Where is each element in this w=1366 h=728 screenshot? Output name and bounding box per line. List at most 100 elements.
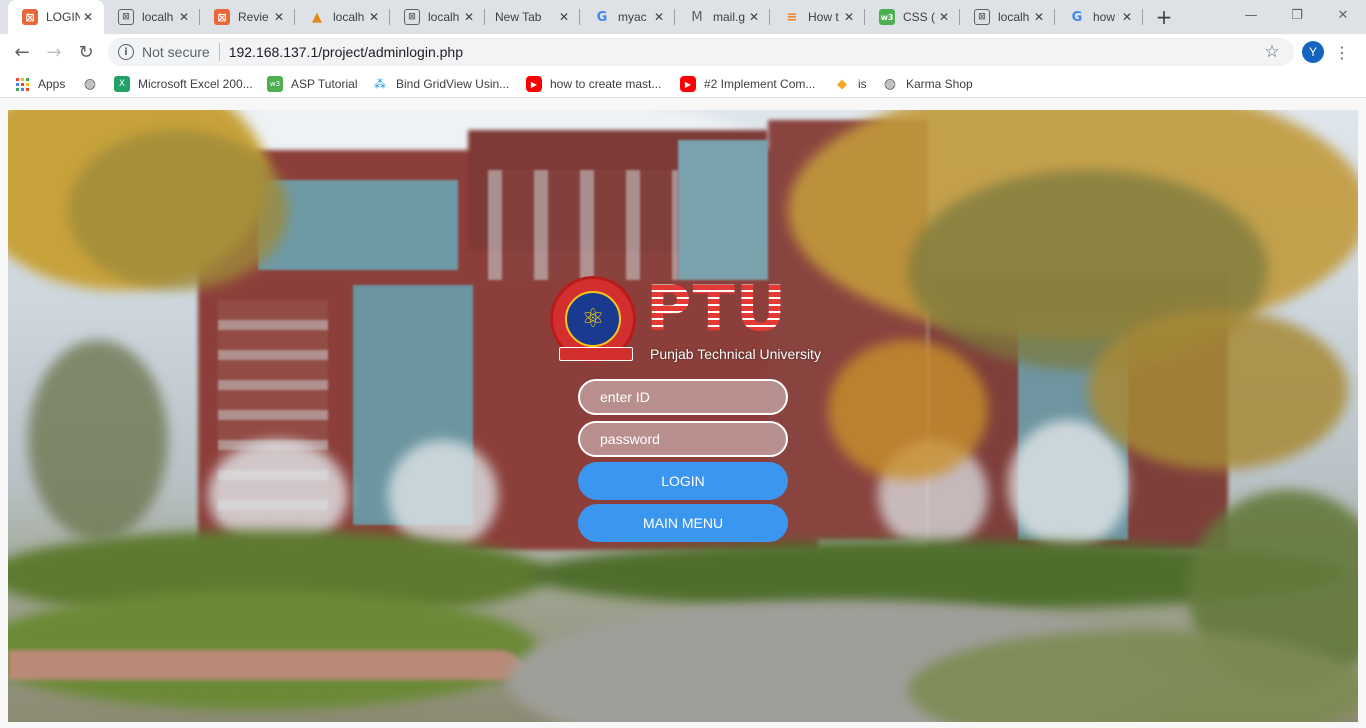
page-viewport: ⚛ PTU Punjab Technical University LOGIN …: [0, 98, 1366, 728]
bookmark-apps[interactable]: Apps: [14, 74, 65, 94]
tab-css[interactable]: w3 CSS ( ✕: [865, 0, 960, 34]
close-icon[interactable]: ✕: [651, 9, 667, 25]
bookmark-implement[interactable]: ▶ #2 Implement Com...: [680, 74, 815, 94]
bookmark-excel[interactable]: X Microsoft Excel 200...: [114, 74, 253, 94]
bookmark-label: is: [858, 77, 867, 91]
menu-icon[interactable]: ⋮: [1334, 40, 1350, 64]
bookmark-label: Bind GridView Usin...: [396, 77, 510, 91]
main-menu-button[interactable]: MAIN MENU: [578, 504, 788, 542]
tab-how-to-2[interactable]: G how t ✕: [1055, 0, 1143, 34]
tab-title: localh: [333, 10, 365, 24]
close-icon[interactable]: ✕: [1031, 9, 1047, 25]
tab-localhost-2[interactable]: ⊠ localh ✕: [390, 0, 485, 34]
tab-title: CSS (: [903, 10, 936, 24]
gmail-icon: M: [691, 9, 703, 25]
back-button[interactable]: ←: [8, 38, 36, 66]
grid-icon: ⁂: [374, 77, 386, 91]
logo-subtitle: Punjab Technical University: [650, 346, 821, 362]
tab-title: myac: [618, 10, 647, 24]
google-icon: G: [596, 9, 608, 25]
browser-toolbar: ← → ↻ i Not secure 192.168.137.1/project…: [0, 34, 1366, 70]
close-icon[interactable]: ✕: [936, 9, 952, 25]
tab-title: LOGIN: [46, 10, 80, 24]
new-tab-button[interactable]: +: [1152, 5, 1176, 29]
bookmark-asp-tutorial[interactable]: w3 ASP Tutorial: [267, 74, 357, 94]
close-icon[interactable]: ✕: [366, 9, 382, 25]
youtube-icon: ▶: [680, 76, 696, 92]
close-icon[interactable]: ✕: [80, 9, 96, 25]
bookmark-globe[interactable]: ◍: [82, 74, 106, 94]
window-close-button[interactable]: ✕: [1320, 0, 1366, 30]
google-icon: G: [1071, 9, 1083, 25]
url-text[interactable]: 192.168.137.1/project/adminlogin.php: [229, 44, 463, 60]
password-input[interactable]: [578, 421, 788, 457]
bookmark-label: how to create mast...: [550, 77, 662, 91]
tab-how-to[interactable]: ≡ How t ✕: [770, 0, 865, 34]
tab-myaccount[interactable]: G myac ✕: [580, 0, 675, 34]
close-icon[interactable]: ✕: [271, 9, 287, 25]
tab-localhost-3[interactable]: ⊠ localh ✕: [960, 0, 1055, 34]
tab-title: New Tab: [495, 10, 542, 24]
close-icon[interactable]: ✕: [746, 9, 762, 25]
tab-review[interactable]: ⊠ Revie ✕: [200, 0, 295, 34]
bookmark-label: Karma Shop: [906, 77, 973, 91]
w3schools-icon: w3: [879, 9, 895, 25]
tab-title: how t: [1093, 10, 1119, 24]
close-icon[interactable]: ✕: [556, 9, 572, 25]
minimize-button[interactable]: —: [1228, 0, 1274, 30]
bookmark-create-master[interactable]: ▶ how to create mast...: [526, 74, 661, 94]
tab-title: localh: [142, 10, 174, 24]
campus-background-image: [8, 110, 1358, 722]
close-icon[interactable]: ✕: [1119, 9, 1135, 25]
bookmarks-bar: Apps ◍ X Microsoft Excel 200... w3 ASP T…: [0, 70, 1366, 98]
tab-mail[interactable]: M mail.g ✕: [675, 0, 770, 34]
close-icon[interactable]: ✕: [841, 9, 857, 25]
ptu-logo: ⚛ PTU Punjab Technical University: [550, 272, 821, 368]
restore-button[interactable]: ❐: [1274, 0, 1320, 30]
tab-title: localh: [998, 10, 1030, 24]
bookmark-is[interactable]: ◆ is: [834, 74, 867, 94]
localhost-icon: ⊠: [118, 9, 134, 25]
tab-strip: ⊠ LOGIN ✕ ⊠ localh ✕ ⊠ Revie ✕ ▲ localh …: [0, 0, 1366, 34]
bookmark-karma-shop[interactable]: ◍ Karma Shop: [882, 74, 973, 94]
tab-new-tab[interactable]: New Tab ✕: [485, 0, 580, 34]
tab-title: localh: [428, 10, 460, 24]
tab-title: Revie: [238, 10, 269, 24]
address-bar[interactable]: i Not secure 192.168.137.1/project/admin…: [108, 38, 1294, 66]
youtube-icon: ▶: [526, 76, 542, 92]
bookmark-label: ASP Tutorial: [291, 77, 358, 91]
tab-title: How t: [808, 10, 839, 24]
forward-button[interactable]: →: [40, 38, 68, 66]
tag-icon: ◆: [837, 76, 847, 92]
tab-login[interactable]: ⊠ LOGIN ✕: [8, 0, 104, 34]
tab-localhost-pma[interactable]: ▲ localh ✕: [295, 0, 390, 34]
info-icon[interactable]: i: [118, 44, 134, 60]
logo-text: PTU: [646, 272, 788, 345]
apps-icon: [14, 76, 30, 92]
excel-icon: X: [114, 76, 130, 92]
xampp-icon: ⊠: [22, 9, 38, 25]
globe-icon: ◍: [883, 76, 897, 92]
university-seal-icon: ⚛: [550, 276, 636, 362]
localhost-icon: ⊠: [404, 9, 420, 25]
bookmark-label: Microsoft Excel 200...: [138, 77, 253, 91]
security-label: Not secure: [142, 44, 210, 60]
bookmark-label: Apps: [38, 77, 66, 91]
localhost-icon: ⊠: [974, 9, 990, 25]
profile-avatar[interactable]: Y: [1302, 41, 1324, 63]
bookmark-gridview[interactable]: ⁂ Bind GridView Usin...: [372, 74, 509, 94]
reload-button[interactable]: ↻: [72, 38, 100, 66]
xampp-icon: ⊠: [214, 9, 230, 25]
login-button[interactable]: LOGIN: [578, 462, 788, 500]
globe-icon: ◍: [83, 76, 97, 92]
bookmark-label: #2 Implement Com...: [704, 77, 816, 91]
tab-title: mail.g: [713, 10, 746, 24]
id-input[interactable]: [578, 379, 788, 415]
bookmark-star-icon[interactable]: ☆: [1260, 40, 1284, 64]
stackoverflow-icon: ≡: [786, 9, 798, 25]
phpmyadmin-icon: ▲: [312, 9, 322, 25]
close-icon[interactable]: ✕: [176, 9, 192, 25]
tab-localhost-1[interactable]: ⊠ localh ✕: [104, 0, 200, 34]
w3schools-icon: w3: [267, 76, 283, 92]
close-icon[interactable]: ✕: [461, 9, 477, 25]
